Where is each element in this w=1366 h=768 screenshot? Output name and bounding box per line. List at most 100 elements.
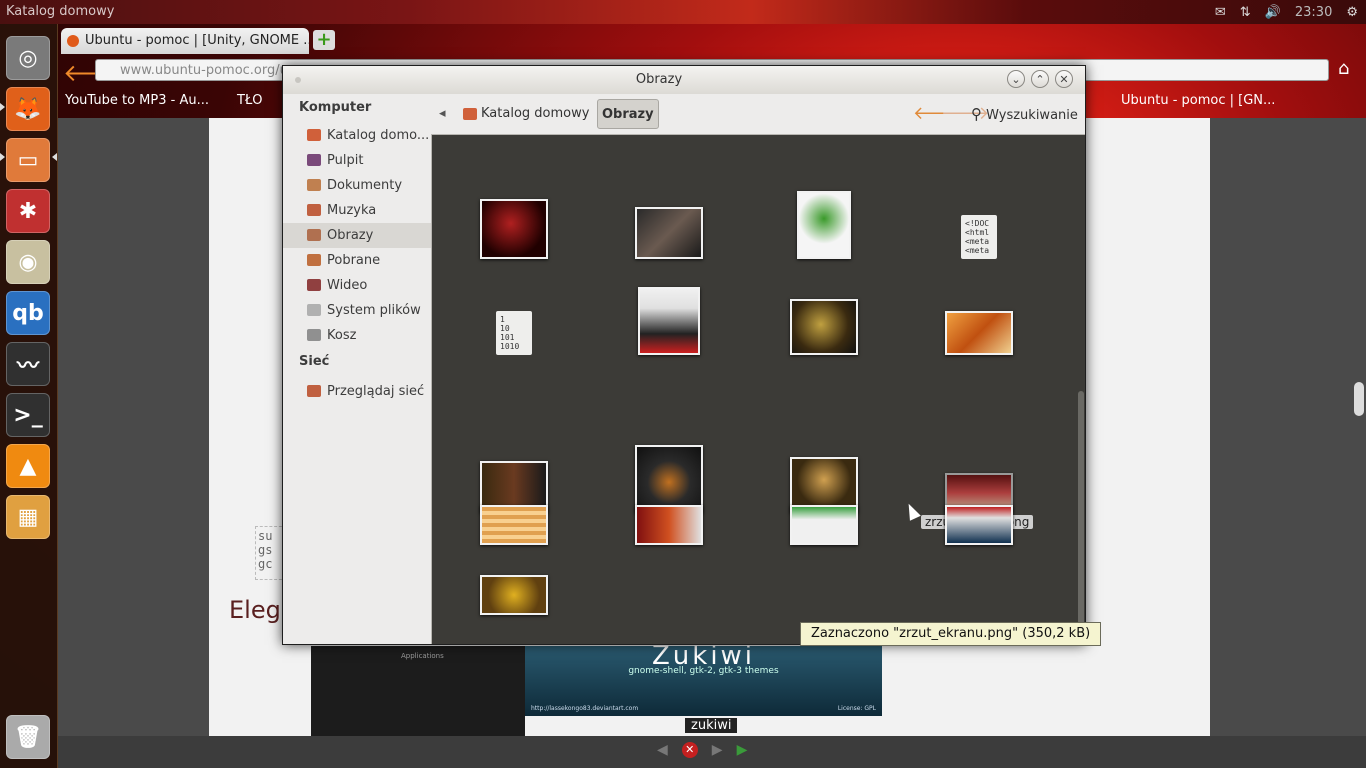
sidebar-item-net-0[interactable]: Przeglądaj sieć bbox=[283, 379, 431, 404]
close-icon[interactable]: ✕ bbox=[681, 742, 698, 758]
scrollbar-thumb[interactable] bbox=[1078, 391, 1084, 643]
dash-home-icon[interactable]: ◎ bbox=[6, 36, 50, 80]
tab-title: Ubuntu - pomoc | [Unity, GNOME ... bbox=[85, 33, 309, 48]
network-browse-icon bbox=[307, 385, 321, 397]
qbittorrent-icon[interactable]: qb bbox=[6, 291, 50, 335]
terminal-icon[interactable]: >_ bbox=[6, 393, 50, 437]
sidebar-heading-network: Sieć bbox=[299, 354, 330, 369]
minimize-button[interactable]: ⌄ bbox=[1007, 70, 1025, 88]
home-folder-icon bbox=[307, 129, 321, 141]
window-title: Obrazy bbox=[635, 72, 683, 87]
image-thumbnail[interactable] bbox=[797, 191, 851, 259]
image-thumbnail[interactable] bbox=[945, 311, 1013, 355]
dark-shot-label: Applications bbox=[401, 652, 444, 660]
system-settings-icon[interactable]: ✱ bbox=[6, 189, 50, 233]
zukiwi-caption: zukiwi bbox=[685, 718, 738, 733]
sidebar-item-4[interactable]: Obrazy bbox=[283, 223, 431, 248]
sidebar-item-0[interactable]: Katalog domo... bbox=[283, 123, 431, 148]
sidebar-item-label: Muzyka bbox=[327, 203, 377, 218]
browser-tab[interactable]: Ubuntu - pomoc | [Unity, GNOME ... bbox=[61, 28, 309, 54]
sidebar-item-2[interactable]: Dokumenty bbox=[283, 173, 431, 198]
crumb-current[interactable]: Obrazy bbox=[597, 99, 659, 129]
text-file-icon[interactable]: 1 10 101 1010 bbox=[496, 311, 532, 355]
image-thumbnail[interactable] bbox=[635, 207, 703, 259]
rhythmbox-icon[interactable]: ◉ bbox=[6, 240, 50, 284]
sidebar-item-3[interactable]: Muzyka bbox=[283, 198, 431, 223]
sidebar-item-8[interactable]: Kosz bbox=[283, 323, 431, 348]
home-folder-icon bbox=[463, 108, 477, 120]
sidebar-item-label: Wideo bbox=[327, 278, 368, 293]
sidebar-item-label: Kosz bbox=[327, 328, 357, 343]
text-file-icon[interactable]: <!DOC <html <meta <meta bbox=[961, 215, 997, 259]
sidebar-item-label: Obrazy bbox=[327, 228, 374, 243]
trash-icon bbox=[307, 329, 321, 341]
gear-icon[interactable]: ⚙ bbox=[1346, 5, 1358, 20]
bookmark-ubuntu-pomoc[interactable]: Ubuntu - pomoc | [GN... bbox=[1121, 93, 1275, 108]
icon-view[interactable]: <!DOC <html <meta <meta1 10 101 1010zrzu… bbox=[432, 135, 1077, 643]
sidebar-item-6[interactable]: Wideo bbox=[283, 273, 431, 298]
sidebar-item-label: Pulpit bbox=[327, 153, 364, 168]
maximize-button[interactable]: ⌃ bbox=[1031, 70, 1049, 88]
next-icon[interactable]: ▶ bbox=[712, 742, 723, 758]
new-tab-button[interactable]: + bbox=[313, 30, 335, 50]
file-manager-window: Obrazy ⌄ ⌃ ✕ Komputer Katalog domo... Pulp… bbox=[282, 65, 1086, 645]
volume-icon[interactable]: 🔊 bbox=[1265, 5, 1281, 20]
bookmark-tlo[interactable]: TŁO bbox=[237, 93, 262, 108]
system-tray: ✉ ⇅ 🔊 23:30 ⚙ bbox=[1215, 0, 1366, 24]
screenshot-preview[interactable]: Applications bbox=[311, 646, 525, 736]
unity-launcher: ◎ 🦊 ▭ ✱ ◉ qb 〰 >_ ▲ ▦ 🗑 bbox=[0, 24, 58, 768]
prev-icon[interactable]: ◀ bbox=[657, 742, 668, 758]
mail-icon[interactable]: ✉ bbox=[1215, 5, 1226, 20]
trash-icon[interactable]: 🗑 bbox=[6, 715, 50, 759]
close-button[interactable]: ✕ bbox=[1055, 70, 1073, 88]
sidebar-item-label: System plików bbox=[327, 303, 421, 318]
focused-indicator bbox=[52, 153, 57, 161]
system-monitor-icon[interactable]: 〰 bbox=[6, 342, 50, 386]
running-indicator bbox=[0, 103, 5, 111]
top-panel: Katalog domowy ✉ ⇅ 🔊 23:30 ⚙ bbox=[0, 0, 1366, 24]
sidebar-heading-computer: Komputer bbox=[299, 100, 372, 115]
image-thumbnail[interactable] bbox=[945, 505, 1013, 545]
home-icon[interactable]: ⌂ bbox=[1338, 58, 1360, 80]
image-thumbnail[interactable] bbox=[480, 505, 548, 545]
firefox-icon[interactable]: 🦊 bbox=[6, 87, 50, 131]
clock[interactable]: 23:30 bbox=[1295, 5, 1332, 20]
window-titlebar[interactable]: Obrazy ⌄ ⌃ ✕ bbox=[283, 66, 1085, 95]
tab-bar: Ubuntu - pomoc | [Unity, GNOME ... + bbox=[57, 24, 1366, 54]
image-thumbnail[interactable] bbox=[790, 299, 858, 355]
image-thumbnail[interactable] bbox=[480, 575, 548, 615]
zukiwi-title: Zukiwi bbox=[651, 641, 756, 671]
pictures-icon bbox=[307, 229, 321, 241]
image-thumbnail[interactable] bbox=[635, 505, 703, 545]
image-thumbnail[interactable] bbox=[635, 445, 703, 513]
sidebar-item-5[interactable]: Pobrane bbox=[283, 248, 431, 273]
image-thumbnail[interactable] bbox=[790, 505, 858, 545]
crumb-home[interactable]: Katalog domowy bbox=[463, 99, 589, 129]
image-thumbnail[interactable] bbox=[480, 199, 548, 259]
network-icon[interactable]: ⇅ bbox=[1240, 5, 1251, 20]
play-icon[interactable]: ▶ bbox=[737, 742, 748, 758]
zukiwi-theme-image[interactable]: Zukiwi gnome-shell, gtk-2, gtk-3 themes … bbox=[525, 641, 882, 716]
search-icon: ⚲ bbox=[971, 105, 982, 123]
files-icon[interactable]: ▭ bbox=[6, 138, 50, 182]
zukiwi-license: License: GPL bbox=[837, 705, 876, 712]
image-thumbnail[interactable] bbox=[638, 287, 700, 355]
ubuntu-favicon-icon bbox=[67, 35, 79, 47]
places-sidebar: Komputer Katalog domo... Pulpit Dokumenty Mu… bbox=[283, 94, 432, 644]
icon-view-scrollbar[interactable] bbox=[1077, 135, 1085, 643]
workspaces-icon[interactable]: ▦ bbox=[6, 495, 50, 539]
zukiwi-url: http://lassekongo83.deviantart.com bbox=[531, 705, 639, 712]
path-left-arrow-icon[interactable]: ◂ bbox=[439, 99, 446, 129]
music-icon bbox=[307, 204, 321, 216]
search-label: Wyszukiwanie bbox=[986, 108, 1078, 123]
crumb-home-label: Katalog domowy bbox=[481, 106, 590, 121]
sidebar-item-7[interactable]: System plików bbox=[283, 298, 431, 323]
sidebar-item-label: Dokumenty bbox=[327, 178, 403, 193]
bookmark-youtube-mp3[interactable]: YouTube to MP3 - Au... bbox=[65, 93, 209, 108]
sidebar-item-label: Przeglądaj sieć bbox=[327, 384, 425, 399]
vlc-icon[interactable]: ▲ bbox=[6, 444, 50, 488]
downloads-icon bbox=[307, 254, 321, 266]
sidebar-item-1[interactable]: Pulpit bbox=[283, 148, 431, 173]
page-scrollbar[interactable] bbox=[1354, 382, 1364, 416]
search-button[interactable]: ⚲ Wyszukiwanie bbox=[971, 99, 1078, 129]
